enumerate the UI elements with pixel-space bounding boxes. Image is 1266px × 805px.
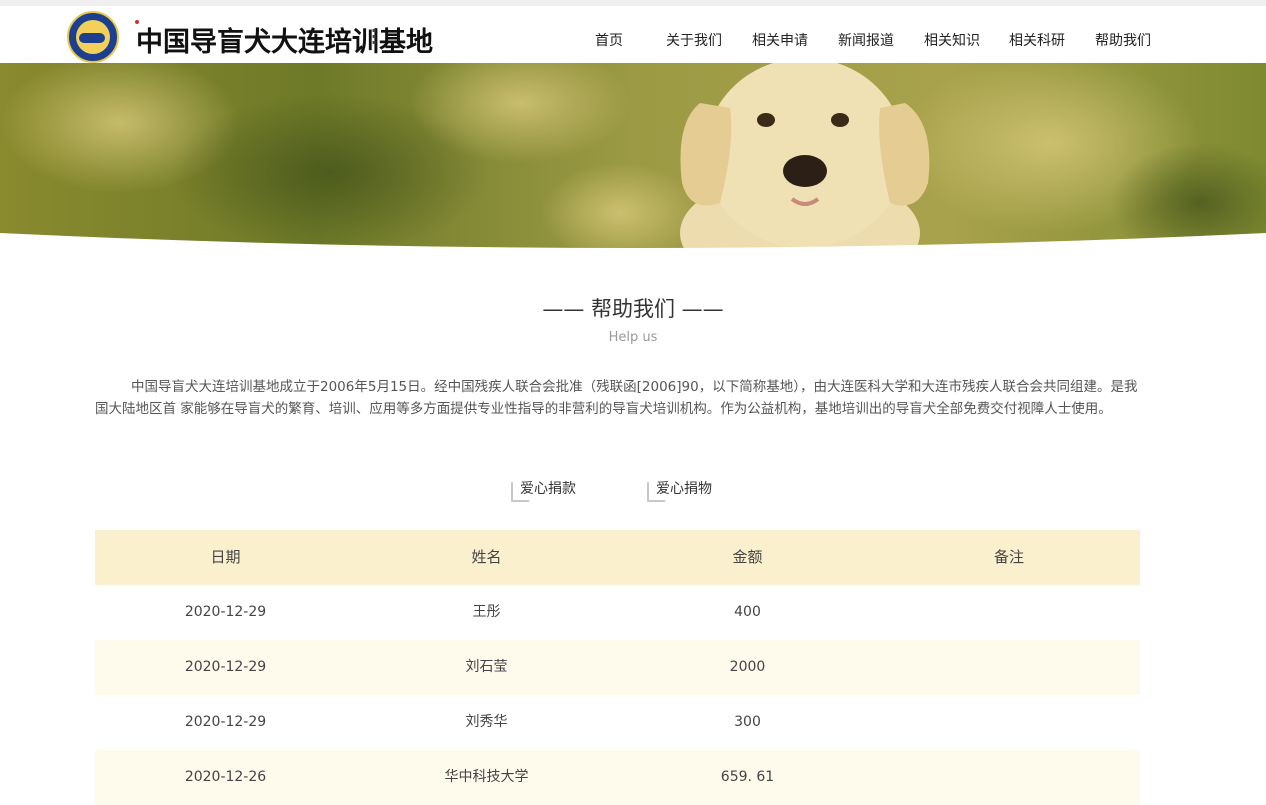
cell-amount: 2000 (729, 659, 766, 675)
cell-amount: 300 (734, 714, 761, 730)
cell-name: 刘秀华 (465, 714, 508, 730)
nav-knowledge[interactable]: 相关知识 (924, 30, 980, 50)
column-header-amount: 金额 (732, 548, 763, 566)
table-row: 2020-12-29 王彤 400 (95, 585, 1140, 640)
column-header-note: 备注 (993, 548, 1024, 566)
intro-paragraph: 中国导盲犬大连培训基地成立于2006年5月15日。经中国残疾人联合会批准（残联函… (95, 379, 1138, 417)
cell-note (878, 585, 1140, 640)
nav-apply[interactable]: 相关申请 (752, 30, 808, 50)
nav-about[interactable]: 关于我们 (666, 30, 722, 50)
tab-corner-icon (511, 482, 529, 502)
cell-note (878, 750, 1140, 805)
guide-dog-emblem-logo[interactable] (67, 11, 119, 63)
nav-help-us[interactable]: 帮助我们 (1095, 30, 1151, 50)
column-header-name: 姓名 (471, 548, 502, 566)
cell-date: 2020-12-26 (184, 769, 267, 785)
donation-table: 日期 姓名 金额 备注 2020-12-29 王彤 400 2020-12-29… (95, 530, 1140, 805)
cell-note (878, 695, 1140, 750)
column-header-date: 日期 (210, 548, 241, 566)
tab-donate-money[interactable]: 爱心捐款 (511, 478, 576, 502)
cell-date: 2020-12-29 (184, 604, 267, 620)
cell-date: 2020-12-29 (184, 714, 267, 730)
cell-name: 华中科技大学 (444, 769, 529, 785)
cell-note (878, 640, 1140, 695)
tab-donate-goods[interactable]: 爱心捐物 (647, 478, 712, 502)
section-subtitle: Help us (608, 330, 658, 345)
site-logo-title[interactable]: 中国导盲犬大连培训基地 (136, 20, 433, 59)
table-row: 2020-12-29 刘秀华 300 (95, 695, 1140, 750)
cell-date: 2020-12-29 (184, 659, 267, 675)
cell-name: 王彤 (472, 604, 501, 620)
banner-image-puppy (0, 63, 1266, 249)
cell-amount: 400 (734, 604, 761, 620)
nav-news[interactable]: 新闻报道 (838, 30, 894, 50)
table-row: 2020-12-29 刘石莹 2000 (95, 640, 1140, 695)
table-row: 2020-12-26 华中科技大学 659. 61 (95, 750, 1140, 805)
section-title: —— 帮助我们 —— (542, 297, 724, 321)
cell-amount: 659. 61 (720, 769, 775, 785)
nav-home[interactable]: 首页 (595, 30, 623, 50)
site-header: 中国导盲犬大连培训基地 ▪ ▪ ▪ 首页 关于我们 相关申请 新闻报道 相关知识 相… (0, 6, 1266, 63)
table-header-row: 日期 姓名 金额 备注 (95, 530, 1140, 585)
tab-corner-icon (647, 482, 665, 502)
nav-research[interactable]: 相关科研 (1009, 30, 1065, 50)
logo-seal-mark: ▪ ▪ ▪ (372, 27, 377, 46)
cell-name: 刘石莹 (465, 659, 508, 675)
